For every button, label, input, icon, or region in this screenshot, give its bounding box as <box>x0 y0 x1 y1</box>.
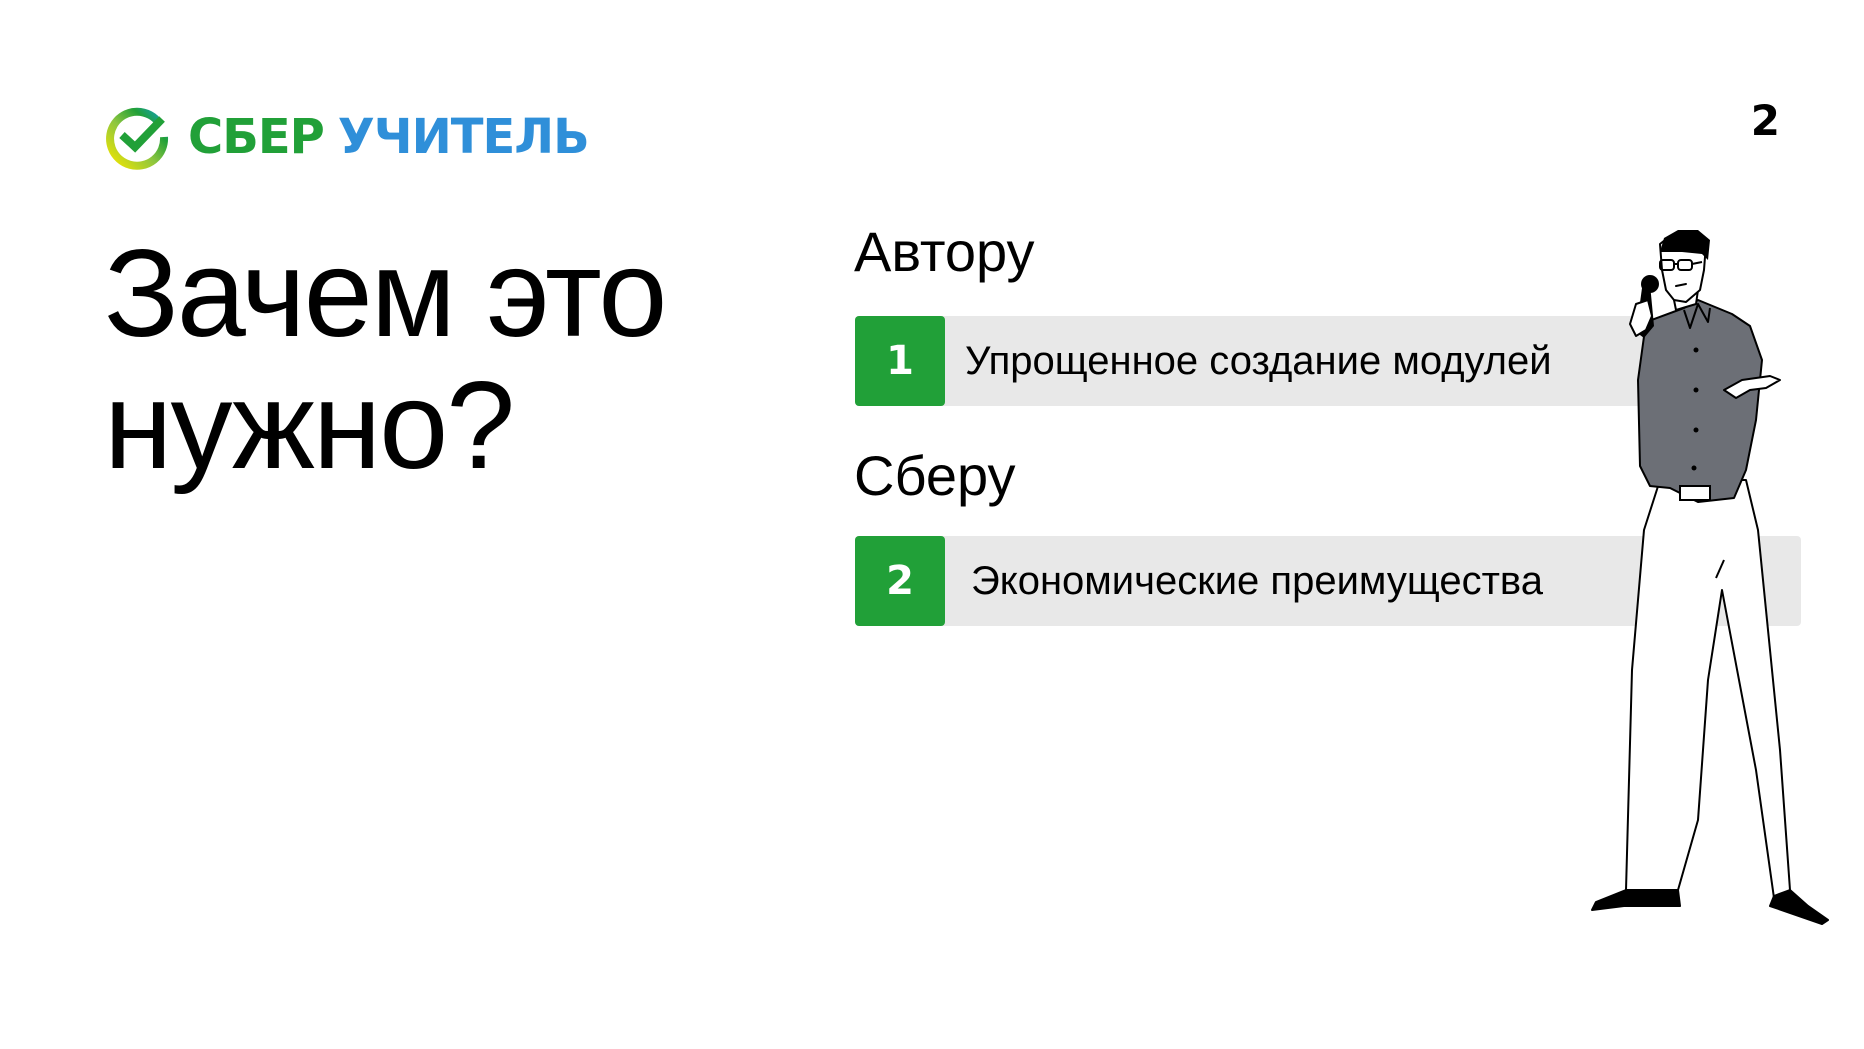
item-text: Экономические преимущества <box>971 559 1543 603</box>
left-shoe <box>1591 889 1681 911</box>
section-label-author: Автору <box>854 220 1035 283</box>
section-label-sber: Сберу <box>854 444 1016 507</box>
logo-wordmark: СБЕР УЧИТЕЛЬ <box>188 104 590 170</box>
item-number-badge: 2 <box>855 536 945 626</box>
man-with-microphone-illustration <box>1591 230 1829 925</box>
shirt <box>1637 299 1763 503</box>
trousers <box>1625 479 1791 899</box>
slide-title: Зачем это нужно? <box>104 225 667 495</box>
logo-product-text: УЧИТЕЛЬ <box>337 109 590 165</box>
sber-check-icon <box>106 107 169 170</box>
logo-brand-text: СБЕР <box>188 109 325 165</box>
sber-teacher-logo: СБЕР УЧИТЕЛЬ <box>104 104 590 170</box>
benefit-item-1: 1 Упрощенное создание модулей <box>855 316 1645 406</box>
item-number-badge: 1 <box>855 316 945 406</box>
item-text: Упрощенное создание модулей <box>965 339 1552 383</box>
page-number: 2 <box>1750 96 1780 145</box>
right-shoe <box>1769 889 1829 925</box>
